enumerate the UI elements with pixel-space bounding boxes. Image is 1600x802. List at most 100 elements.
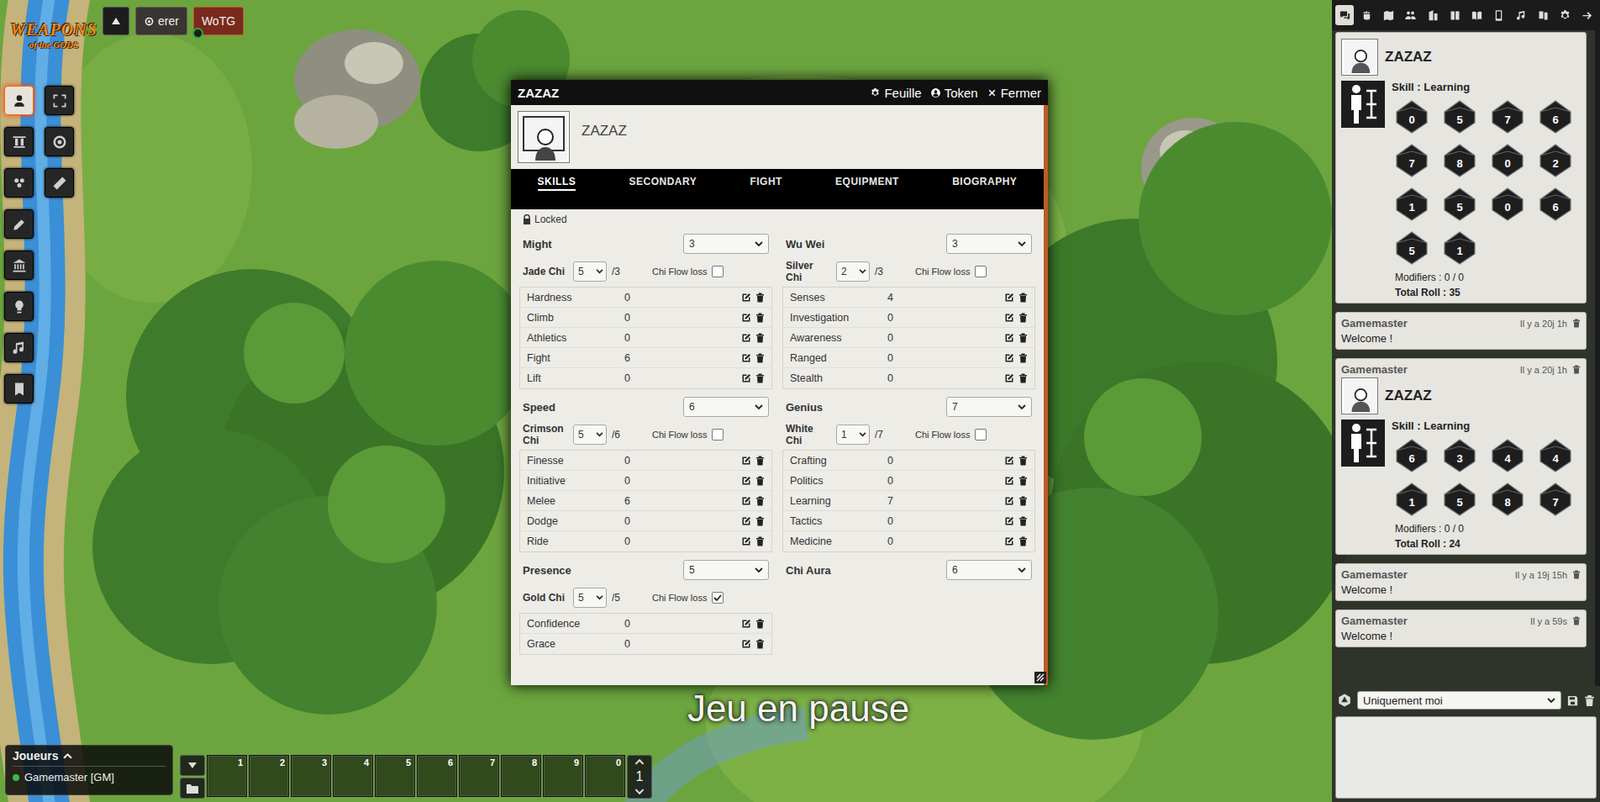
subtool-button[interactable] [44,126,74,157]
macro-slot[interactable]: 5 [374,754,416,797]
trash-icon[interactable] [1018,352,1028,364]
trash-icon[interactable] [1018,495,1028,506]
attribute-select[interactable]: 3 [683,233,769,254]
edit-icon[interactable] [1004,292,1015,303]
roll-mode-select[interactable]: Uniquement moi [1357,690,1562,710]
header-button[interactable]: Feuille [869,85,922,100]
trash-icon[interactable] [755,292,765,303]
chi-flow-checkbox[interactable] [974,428,987,441]
page-up-icon[interactable] [634,757,645,765]
trash-icon[interactable] [1572,615,1581,626]
subtool-button[interactable] [44,85,74,116]
chi-select[interactable]: 1 [836,424,870,445]
tool-button[interactable] [4,250,34,280]
trash-icon[interactable] [755,373,765,384]
attribute-select[interactable]: 7 [946,396,1032,417]
sheet-tab[interactable]: BIOGRAPHY [952,175,1017,190]
attribute-select[interactable]: 5 [683,559,769,580]
trash-icon[interactable] [1572,364,1581,374]
players-header[interactable]: Joueurs [12,748,166,767]
edit-icon[interactable] [741,332,752,343]
edit-icon[interactable] [1004,312,1015,323]
character-name[interactable]: ZAZAZ [581,110,627,140]
macro-slot[interactable]: 7 [458,754,500,797]
trash-icon[interactable] [755,332,765,343]
edit-icon[interactable] [1004,332,1015,343]
edit-icon[interactable] [1004,352,1015,364]
resize-icon[interactable] [1034,671,1047,684]
edit-icon[interactable] [741,455,752,466]
character-sheet-window[interactable]: ZAZAZFeuilleTokenFermerZAZAZSKILLSSECOND… [510,79,1048,685]
scene-button[interactable]: WoTG [193,6,244,36]
trash-icon[interactable] [1018,455,1028,466]
scene-button[interactable]: erer [135,6,188,36]
sheet-tab[interactable]: FIGHT [749,175,783,190]
sidebar-tab[interactable] [1533,5,1553,26]
chi-flow-checkbox[interactable] [974,265,987,278]
portrait[interactable] [517,110,570,164]
chat-input[interactable] [1335,715,1597,799]
sidebar-tab[interactable] [1423,5,1443,26]
nav-toggle-button[interactable] [102,6,130,36]
macro-slot[interactable]: 4 [332,754,374,797]
edit-icon[interactable] [1004,373,1015,384]
save-icon[interactable] [1566,694,1579,707]
trash-icon[interactable] [1584,694,1595,707]
sidebar-tab[interactable] [1556,5,1575,26]
edit-icon[interactable] [741,638,752,649]
hotbar-collapse-button[interactable] [179,754,206,776]
edit-icon[interactable] [1004,515,1015,527]
chi-flow-checkbox[interactable] [711,591,724,604]
macro-slot[interactable]: 1 [206,754,248,797]
edit-icon[interactable] [741,373,752,384]
macro-slot[interactable]: 2 [248,754,290,797]
window-header[interactable]: ZAZAZFeuilleTokenFermer [510,79,1048,106]
sidebar-tab[interactable] [1401,5,1421,26]
trash-icon[interactable] [1018,475,1028,486]
header-button[interactable]: Fermer [986,85,1042,100]
tool-button[interactable] [4,332,34,363]
sidebar-tab[interactable] [1489,5,1509,26]
macro-slot[interactable]: 9 [542,754,584,797]
trash-icon[interactable] [755,455,765,466]
trash-icon[interactable] [1018,373,1028,384]
trash-icon[interactable] [755,475,765,486]
macro-slot[interactable]: 0 [584,754,626,797]
attribute-select[interactable]: 3 [946,233,1032,254]
tool-button[interactable] [4,291,34,322]
attribute-select[interactable]: 6 [946,559,1032,580]
trash-icon[interactable] [1572,569,1581,579]
edit-icon[interactable] [741,292,752,303]
chi-select[interactable]: 5 [573,261,607,282]
tool-button[interactable] [4,168,34,198]
sidebar-tab[interactable] [1511,5,1531,26]
tool-button[interactable] [4,126,34,157]
sidebar-tab[interactable] [1468,5,1487,26]
chi-select[interactable]: 5 [573,587,607,608]
sheet-tab[interactable]: EQUIPMENT [835,175,900,190]
sidebar-tab[interactable] [1379,5,1399,26]
trash-icon[interactable] [755,312,765,323]
trash-icon[interactable] [755,352,765,364]
page-down-icon[interactable] [634,788,645,795]
macro-slot[interactable]: 3 [290,754,332,797]
trash-icon[interactable] [1018,292,1028,303]
trash-icon[interactable] [755,495,765,506]
tool-button[interactable] [4,209,34,239]
attribute-select[interactable]: 6 [683,396,769,417]
sidebar-tab[interactable] [1578,5,1597,26]
trash-icon[interactable] [1018,332,1028,343]
trash-icon[interactable] [755,618,765,629]
sidebar-tab[interactable] [1357,5,1376,26]
subtool-button[interactable] [44,168,74,198]
sheet-tab[interactable]: SKILLS [537,175,577,191]
edit-icon[interactable] [741,536,752,547]
edit-icon[interactable] [1004,475,1015,486]
macro-slot[interactable]: 6 [416,754,458,797]
macro-slot[interactable]: 8 [500,754,542,797]
trash-icon[interactable] [755,638,765,649]
trash-icon[interactable] [1018,312,1028,323]
trash-icon[interactable] [755,515,765,527]
dice-icon[interactable] [1336,692,1353,708]
tool-button[interactable] [4,373,34,404]
